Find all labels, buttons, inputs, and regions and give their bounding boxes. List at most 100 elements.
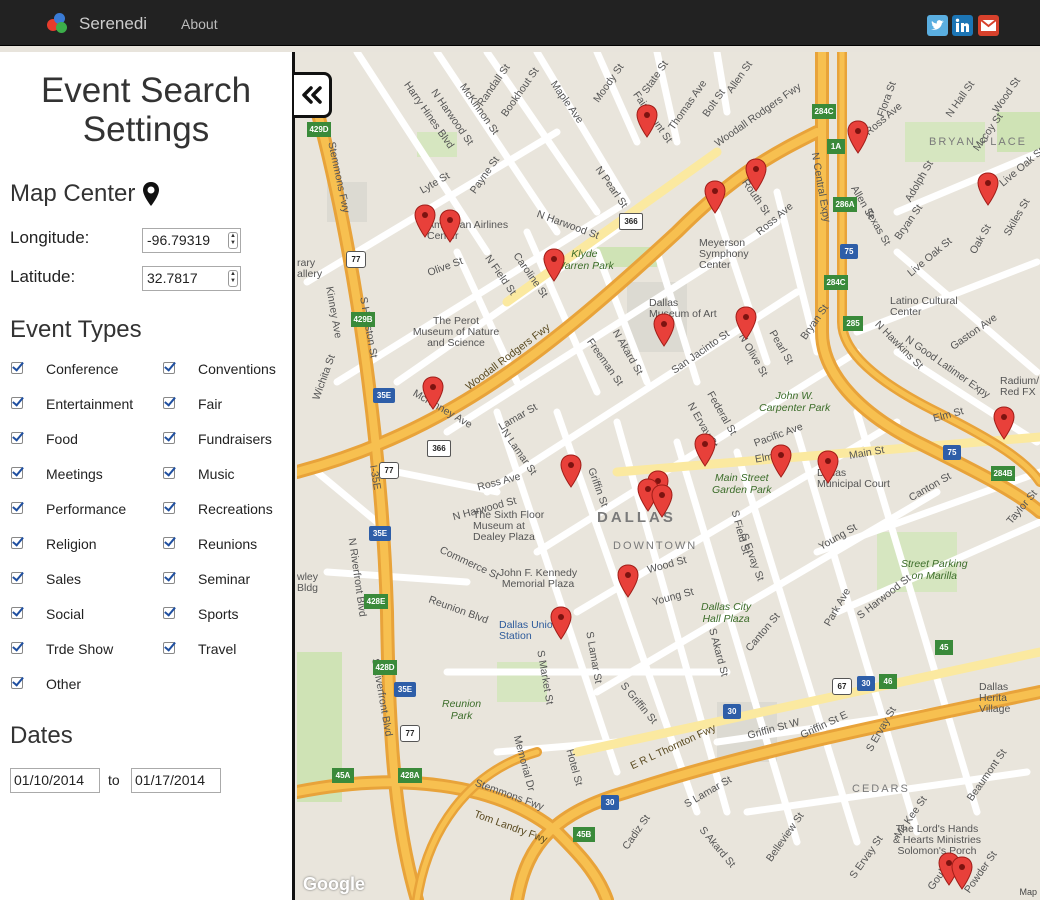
checkbox-label: Performance — [46, 501, 127, 517]
checkbox-performance[interactable] — [11, 502, 23, 514]
place-label: Dallas Herita Village — [979, 681, 1011, 715]
event-pin[interactable] — [560, 454, 582, 488]
checkbox-label: Music — [198, 466, 235, 482]
park-label: Street Parking on Marilla — [901, 558, 968, 582]
checkbox-religion[interactable] — [11, 537, 23, 549]
google-logo[interactable]: Google — [303, 874, 365, 895]
highway-shield: 35E — [369, 526, 391, 541]
event-pin[interactable] — [617, 564, 639, 598]
twitter-icon[interactable] — [927, 15, 948, 36]
checkbox-recreations[interactable] — [163, 502, 175, 514]
checkbox-seminar[interactable] — [163, 572, 175, 584]
event-pin[interactable] — [817, 450, 839, 484]
event-pin[interactable] — [951, 856, 973, 890]
event-pin[interactable] — [704, 180, 726, 214]
highway-shield: 75 — [943, 445, 961, 460]
dates-heading: Dates — [10, 722, 73, 749]
highway-shield: 45A — [332, 768, 354, 783]
start-date-input[interactable]: 01/10/2014 — [10, 768, 100, 793]
checkbox-label: Religion — [46, 536, 97, 552]
latitude-spinner[interactable]: ▲ ▼ — [228, 270, 238, 287]
gmail-icon[interactable] — [978, 15, 999, 36]
longitude-spinner[interactable]: ▲ ▼ — [228, 232, 238, 249]
highway-shield: 428E — [364, 594, 388, 609]
highway-shield: 30 — [857, 676, 875, 691]
highway-shield: 429D — [307, 122, 331, 137]
event-pin[interactable] — [414, 204, 436, 238]
park-label: John W. Carpenter Park — [759, 390, 831, 414]
event-pin[interactable] — [439, 209, 461, 243]
checkbox-label: Meetings — [46, 466, 103, 482]
highway-shield: 75 — [840, 244, 858, 259]
highway-shield: 77 — [379, 462, 399, 479]
highway-shield: 77 — [400, 725, 420, 742]
checkbox-label: Seminar — [198, 571, 251, 587]
event-pin[interactable] — [735, 306, 757, 340]
checkbox-fair[interactable] — [163, 397, 175, 409]
event-map[interactable]: DALLAS DOWNTOWN BRYAN PLACE CEDARS Harry… — [297, 52, 1040, 900]
navbar: Serenedi About — [0, 0, 1040, 46]
place-label: Radium/ Red FX — [1000, 375, 1040, 398]
highway-shield: 35E — [373, 388, 395, 403]
longitude-input[interactable]: -96.79319 ▲ ▼ — [142, 228, 241, 253]
search-settings-panel: Event Search Settings Map Center Longitu… — [0, 52, 295, 900]
checkbox-label: Travel — [198, 641, 237, 657]
event-pin[interactable] — [422, 376, 444, 410]
checkbox-meetings[interactable] — [11, 467, 23, 479]
event-pin[interactable] — [745, 158, 767, 192]
map-data-link[interactable]: Map — [1019, 887, 1037, 897]
event-pin[interactable] — [653, 313, 675, 347]
highway-shield: 428A — [398, 768, 422, 783]
checkbox-label: Sports — [198, 606, 239, 622]
checkbox-food[interactable] — [11, 432, 23, 444]
district-label: CEDARS — [852, 783, 910, 795]
brand[interactable]: Serenedi — [47, 13, 147, 35]
event-pin[interactable] — [993, 406, 1015, 440]
event-pin[interactable] — [543, 248, 565, 282]
end-date-input[interactable]: 01/17/2014 — [131, 768, 221, 793]
highway-shield: 284C — [824, 275, 848, 290]
event-pin[interactable] — [847, 120, 869, 154]
checkbox-label: Conference — [46, 361, 119, 377]
highway-shield: 67 — [832, 678, 852, 695]
highway-shield: 46 — [879, 674, 897, 689]
checkbox-label: Food — [46, 431, 78, 447]
highway-shield: 77 — [346, 251, 366, 268]
latitude-input[interactable]: 32.7817 ▲ ▼ — [142, 266, 241, 291]
nav-link-about[interactable]: About — [181, 16, 218, 32]
place-label: Meyerson Symphony Center — [699, 237, 749, 271]
park-label: Dallas City Hall Plaza — [701, 601, 752, 625]
checkbox-conventions[interactable] — [163, 362, 175, 374]
checkbox-trade-show[interactable] — [11, 642, 23, 654]
event-pin[interactable] — [550, 606, 572, 640]
checkbox-other[interactable] — [11, 677, 23, 689]
checkbox-conference[interactable] — [11, 362, 23, 374]
park-label: Main Street Garden Park — [712, 472, 772, 496]
checkbox-travel[interactable] — [163, 642, 175, 654]
serenedi-logo-icon — [47, 13, 69, 35]
checkbox-label: Recreations — [198, 501, 273, 517]
event-pin[interactable] — [651, 484, 673, 518]
place-label: The Perot Museum of Nature and Science — [412, 315, 500, 349]
checkbox-music[interactable] — [163, 467, 175, 479]
district-label: DOWNTOWN — [613, 540, 698, 552]
checkbox-fundraisers[interactable] — [163, 432, 175, 444]
collapse-panel-button[interactable] — [294, 72, 332, 118]
checkbox-label: Reunions — [198, 536, 258, 552]
event-pin[interactable] — [694, 433, 716, 467]
event-pin[interactable] — [977, 172, 999, 206]
checkbox-entertainment[interactable] — [11, 397, 23, 409]
checkbox-sales[interactable] — [11, 572, 23, 584]
checkbox-label: Trde Show — [46, 641, 114, 657]
place-label: John F. Kennedy Memorial Plaza — [498, 567, 578, 590]
checkbox-reunions[interactable] — [163, 537, 175, 549]
highway-shield: 366 — [619, 213, 643, 230]
event-pin[interactable] — [770, 444, 792, 478]
brand-name: Serenedi — [79, 14, 148, 33]
checkbox-social[interactable] — [11, 607, 23, 619]
linkedin-icon[interactable] — [952, 15, 973, 36]
event-pin[interactable] — [636, 104, 658, 138]
park-label: Reunion Park — [442, 698, 482, 722]
highway-shield: 45 — [935, 640, 953, 655]
checkbox-sports[interactable] — [163, 607, 175, 619]
